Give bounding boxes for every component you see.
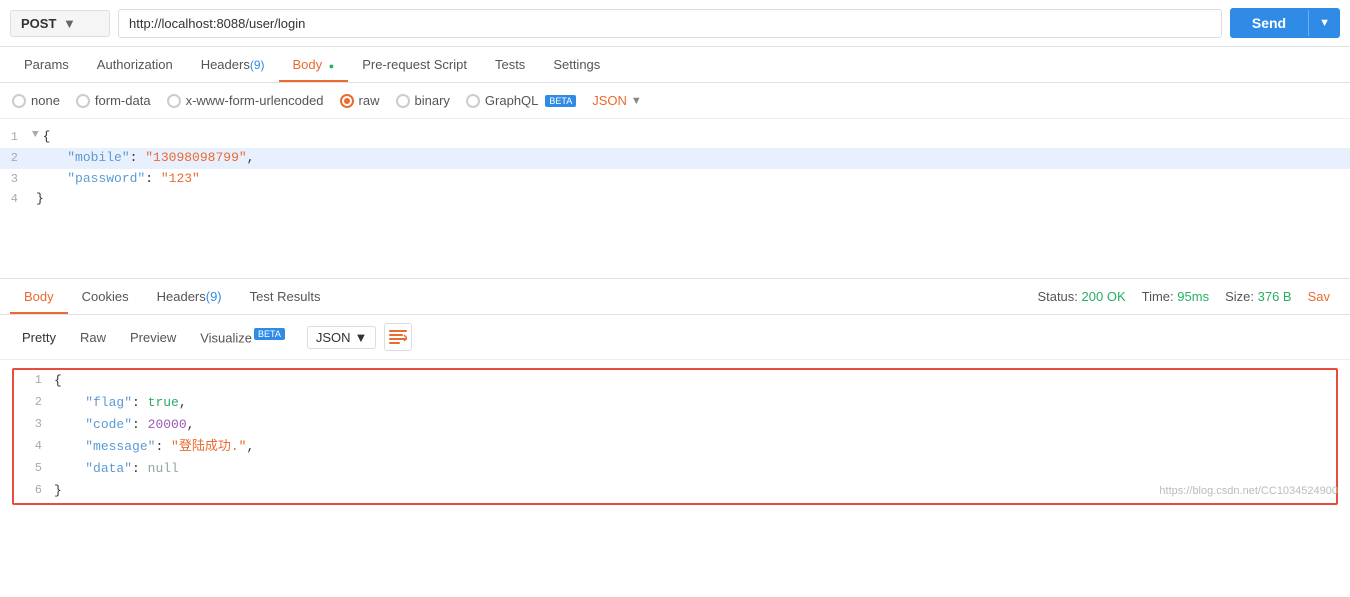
time-value: 95ms — [1177, 289, 1209, 304]
req-line-3: 3 "password": "123" — [0, 169, 1350, 190]
fmt-tab-visualize[interactable]: VisualizeBETA — [190, 325, 295, 349]
resp-headers-badge: (9) — [206, 289, 222, 304]
radio-graphql — [466, 94, 480, 108]
send-label: Send — [1230, 8, 1308, 38]
resp-line-6: 6 } — [14, 480, 1336, 502]
response-section: Body Cookies Headers(9) Test Results Sta… — [0, 279, 1350, 505]
status-label: Status: 200 OK — [1037, 289, 1125, 304]
resp-tab-headers[interactable]: Headers(9) — [143, 279, 236, 314]
top-bar: POST ▼ Send ▼ — [0, 0, 1350, 47]
json-format-dropdown[interactable]: JSON ▼ — [592, 93, 642, 108]
option-form-data[interactable]: form-data — [76, 93, 151, 108]
size-value: 376 B — [1258, 289, 1292, 304]
status-value: 200 OK — [1082, 289, 1126, 304]
response-code-editor[interactable]: 1 { 2 "flag": true, 3 "code": 20000, 4 "… — [12, 368, 1338, 505]
tab-settings[interactable]: Settings — [539, 47, 614, 82]
request-code-editor[interactable]: 1 ▼ { 2 "mobile": "13098098799", 3 "pass… — [0, 119, 1350, 279]
save-button[interactable]: Sav — [1308, 289, 1330, 304]
resp-line-5: 5 "data": null — [14, 458, 1336, 480]
tab-params[interactable]: Params — [10, 47, 83, 82]
resp-line-4: 4 "message": "登陆成功.", — [14, 436, 1336, 458]
req-line-1: 1 ▼ { — [0, 127, 1350, 148]
req-line-2: 2 "mobile": "13098098799", — [0, 148, 1350, 169]
tab-headers[interactable]: Headers(9) — [187, 47, 279, 82]
time-label: Time: 95ms — [1142, 289, 1209, 304]
url-input[interactable] — [118, 9, 1222, 38]
radio-raw — [340, 94, 354, 108]
wrap-icon[interactable] — [384, 323, 412, 351]
fmt-tab-pretty[interactable]: Pretty — [12, 326, 66, 349]
method-label: POST — [21, 16, 57, 31]
resp-json-arrow-icon: ▼ — [355, 330, 368, 345]
response-body-wrapper: 1 { 2 "flag": true, 3 "code": 20000, 4 "… — [0, 368, 1350, 505]
resp-line-3: 3 "code": 20000, — [14, 414, 1336, 436]
response-json-dropdown[interactable]: JSON ▼ — [307, 326, 377, 349]
method-select[interactable]: POST ▼ — [10, 10, 110, 37]
json-dropdown-arrow-icon: ▼ — [631, 95, 642, 107]
option-raw[interactable]: raw — [340, 93, 380, 108]
response-status-bar: Status: 200 OK Time: 95ms Size: 376 B Sa… — [1037, 289, 1340, 304]
req-line-4: 4 } — [0, 189, 1350, 210]
size-label: Size: 376 B — [1225, 289, 1292, 304]
response-format-bar: Pretty Raw Preview VisualizeBETA JSON ▼ — [0, 315, 1350, 360]
resp-tab-cookies[interactable]: Cookies — [68, 279, 143, 314]
request-tabs: Params Authorization Headers(9) Body ● P… — [0, 47, 1350, 83]
send-button[interactable]: Send ▼ — [1230, 8, 1340, 38]
resp-line-1: 1 { — [14, 370, 1336, 392]
resp-tab-test-results[interactable]: Test Results — [236, 279, 335, 314]
option-graphql[interactable]: GraphQL BETA — [466, 93, 576, 108]
response-tabs-bar: Body Cookies Headers(9) Test Results Sta… — [0, 279, 1350, 315]
watermark: https://blog.csdn.net/CC1034524900 — [1159, 485, 1338, 497]
option-binary[interactable]: binary — [396, 93, 450, 108]
fmt-tab-raw[interactable]: Raw — [70, 326, 116, 349]
radio-binary — [396, 94, 410, 108]
tab-body[interactable]: Body ● — [279, 47, 349, 82]
tab-tests[interactable]: Tests — [481, 47, 539, 82]
send-dropdown-arrow-icon[interactable]: ▼ — [1308, 10, 1340, 36]
radio-x-www — [167, 94, 181, 108]
fmt-tab-preview[interactable]: Preview — [120, 326, 186, 349]
tab-pre-request-script[interactable]: Pre-request Script — [348, 47, 481, 82]
radio-none — [12, 94, 26, 108]
radio-form-data — [76, 94, 90, 108]
headers-badge: (9) — [250, 58, 265, 72]
resp-tab-body[interactable]: Body — [10, 279, 68, 314]
tab-authorization[interactable]: Authorization — [83, 47, 187, 82]
option-none[interactable]: none — [12, 93, 60, 108]
option-x-www[interactable]: x-www-form-urlencoded — [167, 93, 324, 108]
body-options: none form-data x-www-form-urlencoded raw… — [0, 83, 1350, 119]
method-arrow-icon: ▼ — [63, 16, 99, 31]
resp-line-2: 2 "flag": true, — [14, 392, 1336, 414]
